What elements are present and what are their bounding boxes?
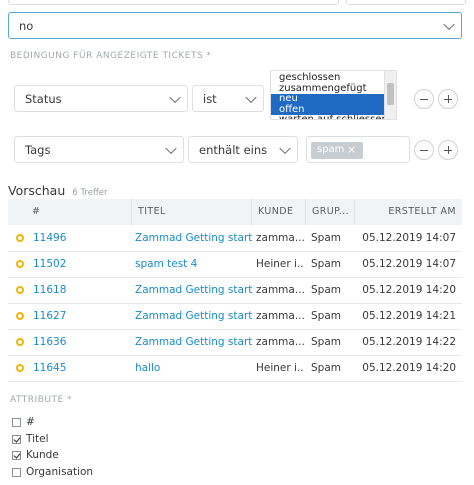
ticket-number-link[interactable]: 11618 [33, 277, 128, 303]
condition2-attribute-select[interactable]: Tags [14, 136, 184, 163]
ticket-customer: zamma... [256, 336, 304, 348]
status-open-icon [16, 260, 24, 268]
preview-title: Vorschau [8, 183, 66, 198]
chevron-down-icon [443, 18, 455, 30]
ticket-group: Spam [311, 310, 341, 322]
ticket-group: Spam [311, 232, 341, 244]
ticket-title-link[interactable]: hallo [135, 355, 253, 381]
condition-heading: BEDINGUNG FÜR ANGEZEIGTE TICKETS * [10, 51, 212, 61]
preview-heading: Vorschau 6 Treffer [8, 180, 108, 199]
display-select[interactable]: no [8, 12, 462, 39]
chevron-down-icon [169, 91, 181, 103]
ticket-number-link[interactable]: 11645 [33, 355, 128, 381]
display-select-value: no [19, 19, 34, 33]
column-header-customer[interactable]: KUNDE [251, 199, 303, 225]
ticket-customer: Heiner i... [256, 362, 304, 374]
ticket-number-link[interactable]: 11636 [33, 329, 128, 355]
condition2-attribute-value: Tags [25, 143, 51, 157]
condition-attribute-select[interactable]: Status [14, 85, 188, 112]
add-condition2-button[interactable] [438, 140, 458, 160]
attribute-label: # [26, 416, 35, 428]
ticket-number-link[interactable]: 11496 [33, 225, 128, 251]
ticket-created: 05.12.2019 14:20 [362, 362, 456, 374]
attribute-label: Kunde [26, 449, 59, 461]
ticket-title-link[interactable]: Zammad Getting starte... [135, 225, 253, 251]
table-row[interactable]: 11627 Zammad Getting starte...zamma... Spa… [8, 303, 462, 330]
ticket-title-link[interactable]: Zammad Getting starte... [135, 329, 253, 355]
ticket-customer: zamma... [256, 232, 304, 244]
ticket-title-link[interactable]: Zammad Getting starte... [135, 277, 253, 303]
preview-table-header: # TITEL KUNDE GRUP... ERSTELLT AM [8, 199, 462, 225]
chevron-down-icon [245, 91, 257, 103]
column-header-title[interactable]: TITEL [131, 199, 251, 225]
tag-token: spam × [311, 142, 363, 159]
ticket-number-link[interactable]: 11627 [33, 303, 128, 329]
ticket-group: Spam [311, 284, 341, 296]
ticket-created: 05.12.2019 14:22 [362, 336, 456, 348]
condition-operator-value: ist [203, 92, 217, 106]
status-option[interactable]: warten auf schliessen [271, 114, 388, 119]
column-header-number[interactable]: # [26, 199, 136, 225]
ticket-customer: zamma... [256, 310, 304, 322]
ticket-group: Spam [311, 362, 341, 374]
chevron-down-icon [165, 142, 177, 154]
status-open-icon [16, 234, 24, 242]
ticket-group: Spam [311, 336, 341, 348]
status-option[interactable]: geschlossen [271, 72, 384, 84]
attribute-checkbox[interactable] [12, 434, 21, 444]
table-row[interactable]: 11645 hallo Heiner i... Spam 05.12.2019 14:2… [8, 355, 462, 382]
ticket-created: 05.12.2019 14:07 [362, 232, 456, 244]
status-open-icon [16, 364, 24, 372]
table-row[interactable]: 11636 Zammad Getting starte...zamma... Spa… [8, 329, 462, 356]
preview-count: 6 Treffer [72, 188, 108, 198]
attributes-heading: ATTRIBUTE * [10, 395, 73, 405]
condition2-operator-select[interactable]: enthält eins [188, 136, 298, 163]
remove-condition-button[interactable] [414, 89, 434, 109]
ticket-customer: Heiner i... [256, 258, 304, 270]
remove-condition2-button[interactable] [414, 140, 434, 160]
table-row[interactable]: 11502 spam test 4 Heiner i... Spam 05.12.201… [8, 251, 462, 278]
partial-field-left[interactable] [8, 0, 339, 5]
chevron-down-icon [279, 142, 291, 154]
ticket-created: 05.12.2019 14:20 [362, 284, 456, 296]
attribute-label: Titel [26, 432, 49, 445]
condition-attribute-value: Status [25, 92, 62, 106]
status-option[interactable]: neu [271, 93, 384, 105]
tags-input[interactable]: spam × [306, 136, 410, 163]
condition2-operator-value: enthält eins [199, 143, 268, 157]
add-condition-button[interactable] [438, 89, 458, 109]
ticket-created: 05.12.2019 14:07 [362, 258, 456, 270]
column-header-group[interactable]: GRUP... [305, 199, 355, 225]
status-open-icon [16, 338, 24, 346]
table-row[interactable]: 11496 Zammad Getting starte...zamma... Spa… [8, 225, 462, 252]
status-open-icon [16, 286, 24, 294]
tag-token-label: spam [317, 144, 345, 155]
multiselect-scrollbar[interactable] [384, 71, 396, 119]
attribute-checkbox[interactable] [12, 418, 21, 427]
ticket-title-link[interactable]: spam test 4 [135, 251, 253, 277]
ticket-title-link[interactable]: Zammad Getting starte... [135, 303, 253, 329]
ticket-number-link[interactable]: 11502 [33, 251, 128, 277]
attribute-checkbox[interactable] [12, 467, 21, 477]
ticket-group: Spam [311, 258, 341, 270]
attribute-label: Organisation [26, 465, 94, 478]
column-header-created[interactable]: ERSTELLT AM [354, 199, 462, 225]
status-open-icon [16, 312, 24, 320]
condition-operator-select[interactable]: ist [192, 85, 264, 112]
ticket-created: 05.12.2019 14:21 [362, 310, 456, 322]
partial-field-right[interactable] [346, 0, 466, 5]
close-icon[interactable]: × [347, 143, 356, 156]
status-multiselect[interactable]: geschlossen zusammengefügt neu offen warten … [270, 70, 397, 120]
attribute-checkbox[interactable] [12, 451, 21, 460]
ticket-customer: zamma... [256, 284, 304, 296]
table-row[interactable]: 11618 Zammad Getting starte...zamma... Spa… [8, 277, 462, 304]
